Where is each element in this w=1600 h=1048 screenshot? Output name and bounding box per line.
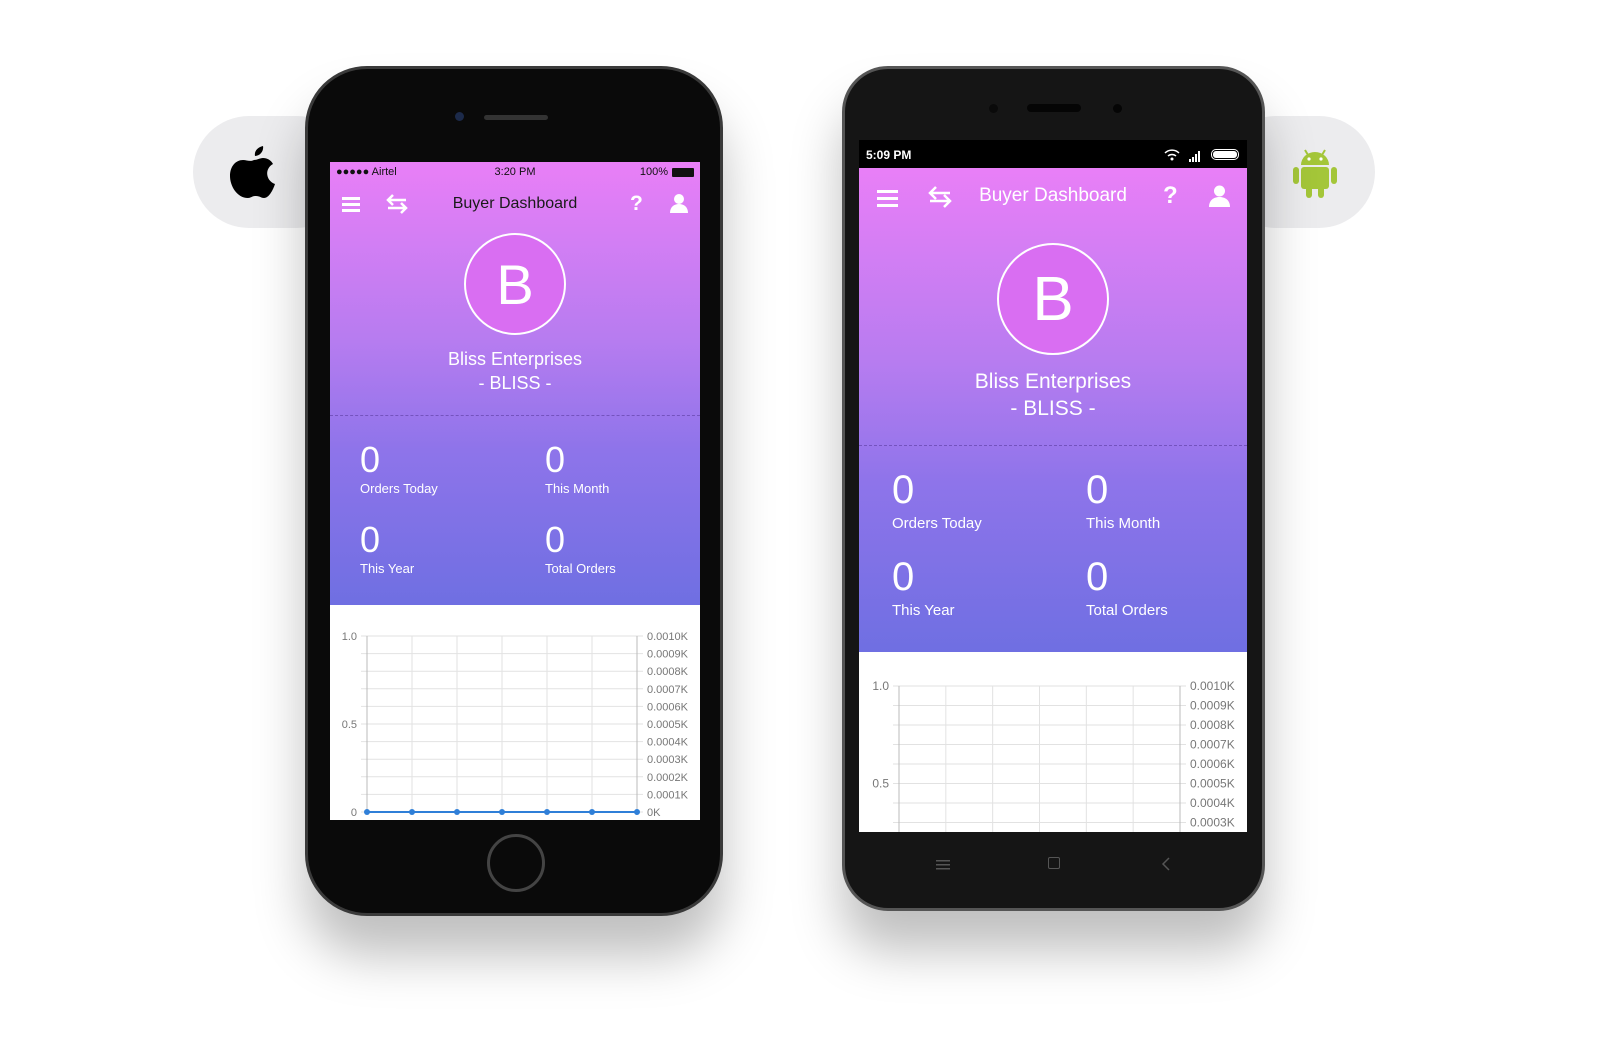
help-icon[interactable]: ? (1163, 182, 1178, 210)
company-code: - BLISS - (1010, 397, 1096, 420)
total-orders-value: 0 (545, 519, 566, 560)
this-month-value: 0 (1086, 468, 1109, 512)
orders-today-label: Orders Today (892, 515, 982, 532)
this-month-label: This Month (1086, 515, 1161, 532)
android-robot-icon (1292, 147, 1338, 204)
left-tick-label: 0 (351, 807, 357, 819)
company-code: - BLISS - (478, 373, 552, 393)
data-point (499, 809, 505, 815)
page-title: Buyer Dashboard (979, 185, 1127, 206)
orders-chart: 0K 0.0001K 0.0002K 0.0003K 0.0004K 0.0005K 0.0… (342, 631, 689, 819)
company-name: Bliss Enterprises (447, 349, 583, 369)
left-tick-label: 0.5 (872, 777, 889, 791)
right-tick-label: 0.0005K (1190, 777, 1235, 791)
right-tick-label: 0.0008K (647, 666, 689, 678)
nav-home-icon[interactable] (1048, 857, 1060, 869)
earpiece (484, 115, 548, 120)
battery-icon (1211, 149, 1239, 160)
nav-back-icon[interactable] (1161, 857, 1171, 876)
apple-logo-icon (230, 146, 278, 205)
this-year-label: This Year (360, 561, 415, 576)
right-tick-label: 0.0002K (647, 772, 689, 784)
orders-today-value: 0 (360, 439, 381, 480)
left-tick-label: 1.0 (342, 631, 357, 643)
avatar: B (464, 233, 566, 335)
android-status-bar: 5:09 PM (859, 140, 1247, 168)
android-header-panel: Buyer Dashboard ? B Bliss Enterprises - … (859, 168, 1247, 652)
help-icon[interactable]: ? (630, 192, 643, 216)
this-month-value: 0 (545, 439, 566, 480)
avatar: B (997, 243, 1109, 355)
left-tick-label: 0.5 (342, 719, 357, 731)
signal-icon (1189, 149, 1201, 167)
right-tick-label: 0.0004K (1190, 796, 1235, 810)
sensor (989, 104, 998, 113)
page-title: Buyer Dashboard (452, 195, 578, 212)
front-camera (1113, 104, 1122, 113)
right-tick-label: 0.0010K (1190, 679, 1235, 693)
front-camera (455, 112, 464, 121)
right-tick-label: 0.0001K (647, 789, 689, 801)
user-icon[interactable] (1209, 185, 1230, 212)
right-tick-label: 0.0006K (1190, 757, 1235, 771)
this-year-label: This Year (892, 602, 955, 619)
right-tick-label: 0.0008K (1190, 718, 1235, 732)
right-tick-label: 0.0005K (647, 719, 689, 731)
total-orders-label: Total Orders (545, 561, 616, 576)
user-icon[interactable] (670, 193, 688, 218)
data-point (544, 809, 550, 815)
this-year-value: 0 (892, 555, 915, 599)
battery-icon (672, 168, 694, 177)
right-tick-label: 0.0004K (647, 737, 689, 749)
right-tick-label: 0.0009K (647, 649, 689, 661)
status-time: 5:09 PM (866, 148, 912, 162)
battery-percent: 100% (639, 166, 668, 178)
android-screen: 5:09 PM Buyer Dashboard ? B Bliss Enterp… (859, 140, 1247, 832)
orders-chart: 0K0.0001K0.0002K0.0003K0.0004K0.0005K0.0… (872, 679, 1235, 832)
data-point (634, 809, 640, 815)
orders-today-value: 0 (892, 468, 915, 512)
wifi-icon (1164, 148, 1180, 166)
divider (330, 415, 700, 416)
total-orders-value: 0 (1086, 555, 1109, 599)
ios-header-panel: ●●●●● Airtel 3:20 PM 100% Buyer Dashboar… (330, 162, 700, 605)
ios-screen: ●●●●● Airtel 3:20 PM 100% Buyer Dashboar… (330, 162, 700, 820)
right-tick-label: 0.0007K (1190, 738, 1235, 752)
orders-today-label: Orders Today (360, 481, 438, 496)
right-tick-label: 0.0003K (1190, 816, 1235, 830)
right-tick-label: 0.0010K (647, 631, 689, 643)
this-month-label: This Month (545, 481, 610, 496)
nav-menu-icon[interactable] (936, 858, 950, 876)
this-year-value: 0 (360, 519, 381, 560)
right-tick-label: 0K (647, 807, 661, 819)
right-tick-label: 0.0006K (647, 701, 689, 713)
right-tick-label: 0.0003K (647, 754, 689, 766)
right-tick-label: 0.0009K (1190, 699, 1235, 713)
home-button[interactable] (487, 834, 545, 892)
total-orders-label: Total Orders (1086, 602, 1168, 619)
left-tick-label: 1.0 (872, 679, 889, 693)
data-point (409, 809, 415, 815)
company-name: Bliss Enterprises (974, 370, 1132, 393)
data-point (364, 809, 370, 815)
data-point (589, 809, 595, 815)
right-tick-label: 0.0007K (647, 684, 689, 696)
earpiece (1027, 104, 1081, 112)
divider (859, 445, 1247, 446)
data-point (454, 809, 460, 815)
